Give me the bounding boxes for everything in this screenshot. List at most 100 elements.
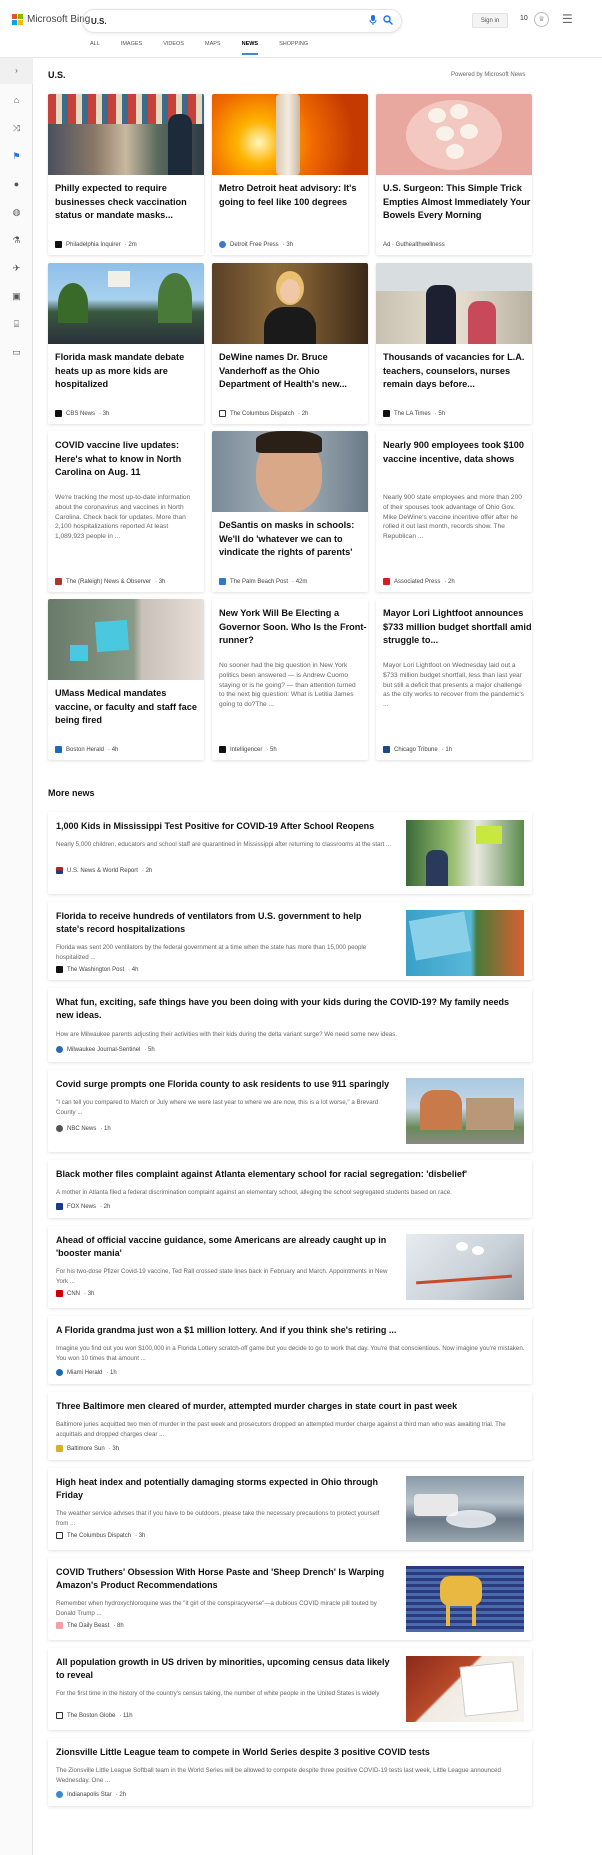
rocket-icon[interactable]: ✈ bbox=[10, 262, 23, 275]
item-source[interactable]: Milwaukee Journal-Sentinel · 5h bbox=[56, 1046, 155, 1053]
card-title[interactable]: Philly expected to require businesses ch… bbox=[55, 182, 204, 223]
card-title[interactable]: New York Will Be Electing a Governor Soo… bbox=[219, 607, 368, 648]
item-title[interactable]: Covid surge prompts one Florida county t… bbox=[56, 1078, 392, 1091]
search-box[interactable]: U.S. bbox=[82, 9, 402, 33]
card-title[interactable]: U.S. Surgeon: This Simple Trick Empties … bbox=[383, 182, 532, 223]
item-source[interactable]: The Boston Globe · 11h bbox=[56, 1712, 133, 1719]
list-item[interactable]: High heat index and potentially damaging… bbox=[48, 1468, 532, 1550]
news-card[interactable]: New York Will Be Electing a Governor Soo… bbox=[212, 599, 368, 760]
list-item[interactable]: What fun, exciting, safe things have you… bbox=[48, 988, 532, 1062]
list-item[interactable]: Three Baltimore men cleared of murder, a… bbox=[48, 1392, 532, 1460]
item-title[interactable]: All population growth in US driven by mi… bbox=[56, 1656, 392, 1682]
globe-icon[interactable]: ◍ bbox=[10, 206, 23, 219]
item-source[interactable]: U.S. News & World Report · 2h bbox=[56, 867, 152, 874]
card-body: Mayor Lori Lightfoot on Wednesday laid o… bbox=[383, 662, 524, 709]
card-title[interactable]: Florida mask mandate debate heats up as … bbox=[55, 351, 204, 392]
list-item[interactable]: Black mother files complaint against Atl… bbox=[48, 1160, 532, 1218]
search-input[interactable]: U.S. bbox=[91, 17, 363, 26]
item-title[interactable]: Zionsville Little League team to compete… bbox=[56, 1746, 526, 1759]
item-title[interactable]: COVID Truthers' Obsession With Horse Pas… bbox=[56, 1566, 392, 1592]
item-title[interactable]: Black mother files complaint against Atl… bbox=[56, 1168, 526, 1181]
tab-images[interactable]: IMAGES bbox=[121, 41, 142, 55]
location-pin-icon[interactable]: ● bbox=[10, 178, 23, 191]
item-source[interactable]: Baltimore Sun · 3h bbox=[56, 1445, 119, 1452]
card-source[interactable]: The (Raleigh) News & Observer · 3h bbox=[55, 578, 165, 585]
news-card[interactable]: Nearly 900 employees took $100 vaccine i… bbox=[376, 431, 532, 592]
item-title[interactable]: Ahead of official vaccine guidance, some… bbox=[56, 1234, 392, 1260]
card-title[interactable]: UMass Medical mandates vaccine, or facul… bbox=[55, 687, 204, 728]
item-title[interactable]: High heat index and potentially damaging… bbox=[56, 1476, 392, 1502]
news-card[interactable]: DeSantis on masks in schools: We'll do '… bbox=[212, 431, 368, 592]
item-title[interactable]: Three Baltimore men cleared of murder, a… bbox=[56, 1400, 526, 1413]
list-item[interactable]: All population growth in US driven by mi… bbox=[48, 1648, 532, 1730]
card-source[interactable]: The Palm Beach Post · 42m bbox=[219, 578, 307, 585]
car-icon[interactable]: ▭ bbox=[10, 346, 23, 359]
news-card[interactable]: Philly expected to require businesses ch… bbox=[48, 94, 204, 255]
item-title[interactable]: What fun, exciting, safe things have you… bbox=[56, 996, 526, 1022]
news-card[interactable]: Florida mask mandate debate heats up as … bbox=[48, 263, 204, 424]
more-news-heading: More news bbox=[48, 788, 95, 798]
list-item[interactable]: Covid surge prompts one Florida county t… bbox=[48, 1070, 532, 1152]
card-source[interactable]: Detroit Free Press · 3h bbox=[219, 241, 293, 248]
card-source[interactable]: The LA Times · 5h bbox=[383, 410, 445, 417]
item-source[interactable]: The Columbus Dispatch · 3h bbox=[56, 1532, 145, 1539]
news-card[interactable]: Mayor Lori Lightfoot announces $733 mill… bbox=[376, 599, 532, 760]
item-source[interactable]: Indianapolis Star · 2h bbox=[56, 1791, 126, 1798]
flag-icon[interactable]: ⚑ bbox=[10, 150, 23, 163]
item-title[interactable]: 1,000 Kids in Mississippi Test Positive … bbox=[56, 820, 392, 833]
item-title[interactable]: A Florida grandma just won a $1 million … bbox=[56, 1324, 526, 1337]
home-icon[interactable]: ⌂ bbox=[10, 94, 23, 107]
list-item[interactable]: COVID Truthers' Obsession With Horse Pas… bbox=[48, 1558, 532, 1640]
item-source[interactable]: NBC News · 1h bbox=[56, 1125, 111, 1132]
microscope-icon[interactable]: ⚗ bbox=[10, 234, 23, 247]
card-source[interactable]: Intelligencer · 5h bbox=[219, 746, 277, 753]
list-item[interactable]: Florida to receive hundreds of ventilato… bbox=[48, 902, 532, 980]
tab-news[interactable]: NEWS bbox=[241, 41, 259, 55]
rewards-medal-icon[interactable]: ♕ bbox=[534, 12, 549, 27]
card-source[interactable]: Associated Press · 2h bbox=[383, 578, 455, 585]
card-source[interactable]: Chicago Tribune · 1h bbox=[383, 746, 452, 753]
news-card[interactable]: U.S. Surgeon: This Simple Trick Empties … bbox=[376, 94, 532, 255]
card-source[interactable]: Boston Herald · 4h bbox=[55, 746, 118, 753]
card-title[interactable]: COVID vaccine live updates: Here's what … bbox=[55, 439, 204, 480]
card-title[interactable]: Metro Detroit heat advisory: It's going … bbox=[219, 182, 368, 209]
item-source[interactable]: CNN · 3h bbox=[56, 1290, 94, 1297]
bank-icon[interactable]: ⌸ bbox=[10, 318, 23, 331]
item-source[interactable]: Miami Herald · 1h bbox=[56, 1369, 117, 1376]
card-title[interactable]: DeSantis on masks in schools: We'll do '… bbox=[219, 519, 368, 560]
bing-logo[interactable]: Microsoft Bing bbox=[12, 14, 90, 25]
list-item[interactable]: Ahead of official vaccine guidance, some… bbox=[48, 1226, 532, 1308]
news-card[interactable]: Thousands of vacancies for L.A. teachers… bbox=[376, 263, 532, 424]
list-item[interactable]: 1,000 Kids in Mississippi Test Positive … bbox=[48, 812, 532, 894]
card-title[interactable]: Nearly 900 employees took $100 vaccine i… bbox=[383, 439, 532, 466]
tab-shopping[interactable]: SHOPPING bbox=[279, 41, 308, 55]
card-title[interactable]: Mayor Lori Lightfoot announces $733 mill… bbox=[383, 607, 532, 648]
film-icon[interactable]: ▣ bbox=[10, 290, 23, 303]
tab-maps[interactable]: MAPS bbox=[205, 41, 221, 55]
expand-sidebar-icon[interactable]: › bbox=[0, 58, 33, 84]
sign-in-button[interactable]: Sign in bbox=[472, 13, 508, 28]
card-title[interactable]: Thousands of vacancies for L.A. teachers… bbox=[383, 351, 532, 392]
news-card[interactable]: DeWine names Dr. Bruce Vanderhoff as the… bbox=[212, 263, 368, 424]
news-card[interactable]: Metro Detroit heat advisory: It's going … bbox=[212, 94, 368, 255]
tab-all[interactable]: ALL bbox=[90, 41, 100, 55]
shuffle-icon[interactable]: ⤨ bbox=[10, 122, 23, 135]
list-item[interactable]: Zionsville Little League team to compete… bbox=[48, 1738, 532, 1806]
news-card[interactable]: UMass Medical mandates vaccine, or facul… bbox=[48, 599, 204, 760]
card-title[interactable]: DeWine names Dr. Bruce Vanderhoff as the… bbox=[219, 351, 368, 392]
list-item[interactable]: A Florida grandma just won a $1 million … bbox=[48, 1316, 532, 1384]
item-title[interactable]: Florida to receive hundreds of ventilato… bbox=[56, 910, 392, 936]
item-source[interactable]: The Daily Beast · 8h bbox=[56, 1622, 124, 1629]
tab-videos[interactable]: VIDEOS bbox=[163, 41, 184, 55]
news-card[interactable]: COVID vaccine live updates: Here's what … bbox=[48, 431, 204, 592]
item-source[interactable]: The Washington Post · 4h bbox=[56, 966, 138, 973]
hamburger-menu-icon[interactable]: ☰ bbox=[562, 12, 573, 26]
item-source[interactable]: FOX News · 2h bbox=[56, 1203, 110, 1210]
card-source[interactable]: Ad · Guthealthwellness bbox=[383, 242, 445, 248]
search-icon[interactable] bbox=[383, 14, 393, 28]
microphone-icon[interactable] bbox=[369, 14, 377, 28]
card-source[interactable]: CBS News · 3h bbox=[55, 410, 109, 417]
card-source[interactable]: Philadelphia Inquirer · 2m bbox=[55, 241, 137, 248]
card-source[interactable]: The Columbus Dispatch · 2h bbox=[219, 410, 308, 417]
rewards-count[interactable]: 10 bbox=[520, 15, 528, 22]
